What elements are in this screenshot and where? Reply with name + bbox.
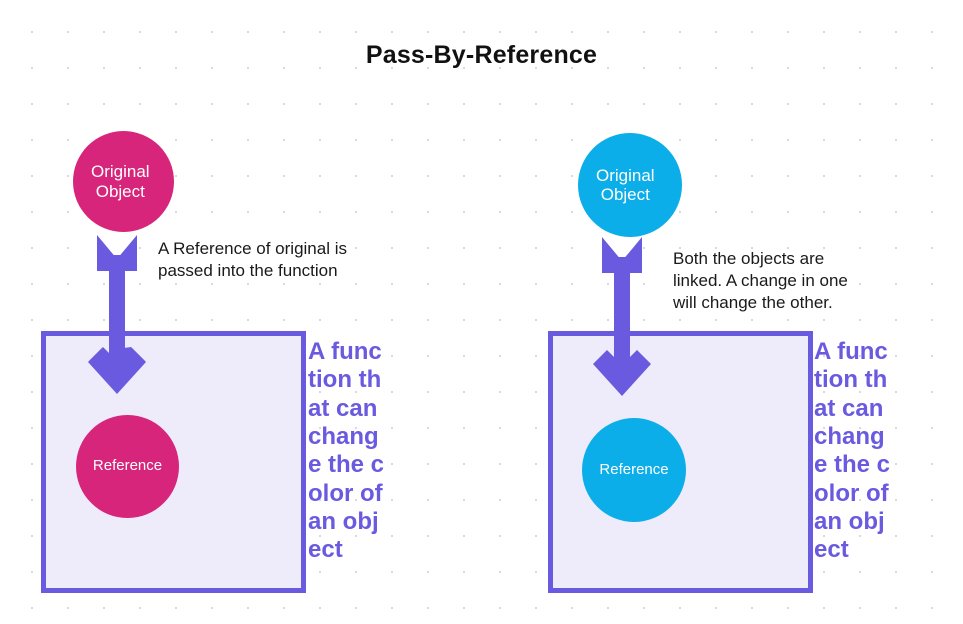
original-object-circle-left: Original Object <box>73 131 174 232</box>
annotation-text-right: Both the objects are linked. A change in… <box>673 249 848 312</box>
reference-label-left: Reference <box>92 457 163 475</box>
original-object-label-left: Original Object <box>91 162 150 201</box>
down-arrow-icon-right <box>592 233 672 398</box>
diagram-canvas: Pass-By-Reference Original Object Refere… <box>0 0 963 624</box>
reference-circle-left: Reference <box>76 415 179 518</box>
function-box-caption-left: A function that can change the color of … <box>308 338 385 564</box>
down-arrow-icon-left <box>87 231 167 396</box>
original-object-circle-right: Original Object <box>578 133 682 237</box>
original-object-label-right: Original Object <box>596 165 655 204</box>
function-box-caption-right: A function that can change the color of … <box>814 338 891 564</box>
annotation-text-left: A Reference of original is passed into t… <box>158 239 347 280</box>
reference-label-right: Reference <box>599 460 669 478</box>
page-title: Pass-By-Reference <box>365 41 598 69</box>
reference-circle-right: Reference <box>582 418 686 522</box>
